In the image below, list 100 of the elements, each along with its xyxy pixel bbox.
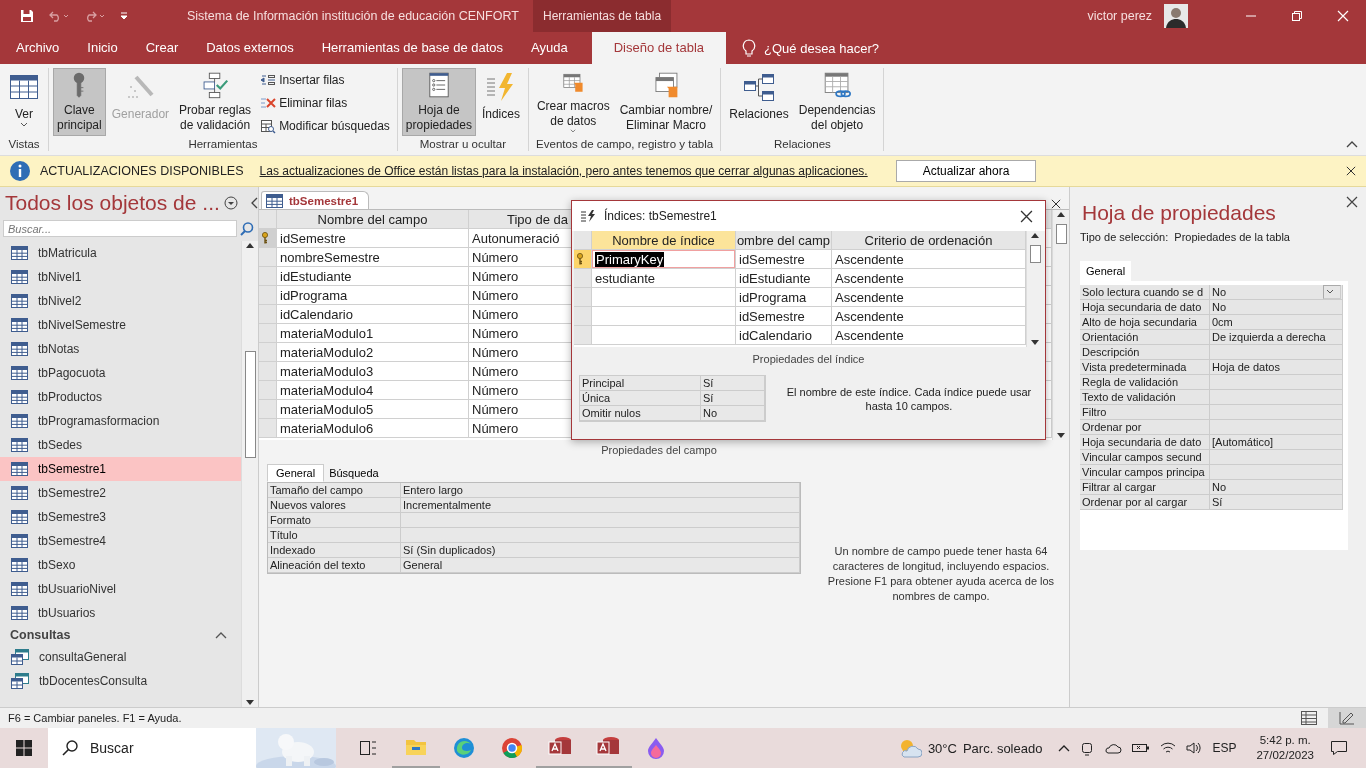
tab[interactable]: General (1080, 261, 1132, 281)
ribbon-button[interactable]: Hoja de propiedades (401, 68, 476, 136)
ribbon-button[interactable]: Índices (477, 68, 524, 136)
property-value[interactable]: General (401, 558, 800, 573)
scrollbar[interactable] (1026, 231, 1043, 347)
ribbon-tab[interactable]: Ayuda (517, 32, 582, 64)
nav-item[interactable]: tbSemestre4 (0, 529, 241, 553)
row-selector[interactable] (574, 250, 592, 269)
column-header: Criterio de ordenación (832, 231, 1026, 250)
status-text: F6 = Cambiar paneles. F1 = Ayuda. (8, 712, 182, 724)
ribbon-button[interactable]: Modificar búsquedas (257, 116, 393, 136)
property-value[interactable] (1210, 345, 1343, 360)
speaker-icon (1186, 741, 1203, 755)
scroll-thumb[interactable] (244, 351, 256, 458)
property-value[interactable] (1210, 465, 1343, 480)
nav-item[interactable]: tbSemestre1 (0, 457, 241, 481)
ribbon-tab[interactable]: Datos externos (192, 32, 308, 64)
scrollbar[interactable] (1052, 210, 1069, 440)
ribbon-button[interactable]: Cambiar nombre/ Eliminar Macro (615, 68, 717, 136)
nav-item[interactable]: tbNotas (0, 337, 241, 361)
ribbon-tab[interactable]: Inicio (73, 32, 132, 64)
property-value[interactable]: Incrementalmente (401, 498, 800, 513)
update-button[interactable]: Actualizar ahora (895, 160, 1037, 182)
tab[interactable]: Búsqueda (324, 464, 384, 482)
nav-item[interactable]: consultaGeneral (0, 645, 241, 669)
property-value[interactable] (401, 513, 800, 528)
nav-item[interactable]: tbUsuarios (0, 601, 241, 625)
property-value[interactable]: Hoja de datos (1210, 360, 1343, 375)
view-button[interactable] (1328, 708, 1366, 728)
nav-item[interactable]: tbPagocuota (0, 361, 241, 385)
nav-item[interactable]: tbMatricula (0, 241, 241, 265)
user-name[interactable]: victor perez (1087, 9, 1152, 23)
nav-item[interactable]: tbNivelSemestre (0, 313, 241, 337)
ribbon-button[interactable]: Eliminar filas (257, 93, 393, 113)
property-value[interactable]: No (1210, 300, 1343, 315)
table-cell: materiaModulo5 (277, 400, 469, 419)
property-value[interactable]: No (701, 406, 765, 421)
ribbon-button[interactable]: Clave principal (53, 68, 106, 136)
property-value[interactable]: No (1210, 480, 1343, 495)
nav-item[interactable]: tbProductos (0, 385, 241, 409)
table-cell[interactable]: estudiante (592, 269, 736, 288)
ribbon-button[interactable]: Ver (4, 68, 44, 136)
tell-me-field[interactable]: ¿Qué desea hacer? (764, 40, 879, 56)
nav-item[interactable]: tbDocentesConsulta (0, 669, 241, 693)
scroll-thumb[interactable] (1029, 245, 1041, 263)
property-value[interactable]: Sí (1210, 495, 1343, 510)
help-text: Un nombre de campo puede tener hasta 64 caracteres de longitud, incluyendo espacios. Presione F1 para obtener ayuda acerca de los nombres de campo. (826, 544, 1056, 604)
table-cell: materiaModulo4 (277, 381, 469, 400)
property-value[interactable]: Sí (701, 376, 765, 391)
ribbon-button[interactable]: Probar reglas de validación (175, 68, 256, 136)
ribbon-button[interactable]: Crear macros de datos (532, 68, 614, 136)
battery-icon (1132, 742, 1151, 754)
section-header[interactable]: Consultas (10, 628, 71, 642)
property-value[interactable]: Sí (701, 391, 765, 406)
caret-icon (569, 128, 578, 133)
search-field[interactable]: Buscar (48, 728, 336, 768)
property-value[interactable]: Sí (Sin duplicados) (401, 543, 800, 558)
property-value[interactable] (1210, 405, 1343, 420)
property-value[interactable] (401, 528, 800, 543)
property-value[interactable] (1210, 420, 1343, 435)
property-label: Hoja secundaria de dato (1080, 300, 1210, 315)
scroll-thumb[interactable] (1055, 224, 1067, 244)
corner-cell[interactable] (259, 210, 277, 229)
ribbon-button[interactable]: Insertar filas (257, 70, 393, 90)
message-link[interactable]: Las actualizaciones de Office están listas para la instalación, pero antes tenemos que cerrar algunas aplicaciones. (259, 164, 868, 178)
nav-item[interactable]: tbSedes (0, 433, 241, 457)
property-value[interactable]: [Automático] (1210, 435, 1343, 450)
ribbon-tab[interactable]: Archivo (2, 32, 74, 64)
ribbon-tab[interactable]: Herramientas de base de datos (307, 32, 518, 64)
property-value[interactable] (1210, 390, 1343, 405)
property-value[interactable] (1210, 375, 1343, 390)
datasheet-view-icon (1301, 711, 1317, 725)
nav-item[interactable]: tbNivel2 (0, 289, 241, 313)
nav-item[interactable]: tbNivel1 (0, 265, 241, 289)
nav-item[interactable]: tbSemestre2 (0, 481, 241, 505)
property-value[interactable]: No (1210, 285, 1343, 300)
scrollbar[interactable] (241, 241, 258, 707)
row-selector[interactable] (259, 229, 277, 248)
ribbon-button[interactable]: Dependencias del objeto (794, 68, 880, 136)
table-cell[interactable] (592, 326, 736, 345)
ribbon-button[interactable]: Relaciones (725, 68, 793, 136)
property-value[interactable]: 0cm (1210, 315, 1343, 330)
table-cell[interactable] (592, 307, 736, 326)
language-indicator[interactable]: ESP (1212, 741, 1237, 755)
dropdown-button[interactable] (1323, 285, 1341, 299)
search-field[interactable]: Buscar... (3, 220, 237, 237)
nav-item[interactable]: tbSemestre3 (0, 505, 241, 529)
property-value[interactable]: Entero largo (401, 483, 800, 498)
table-cell[interactable] (592, 288, 736, 307)
table-cell[interactable]: PrimaryKey (592, 250, 736, 269)
scroll-down-icon (1056, 432, 1066, 440)
nav-item[interactable]: tbProgramasformacion (0, 409, 241, 433)
tab[interactable]: General (267, 464, 325, 482)
property-value[interactable]: De izquierda a derecha (1210, 330, 1343, 345)
corner-cell[interactable] (574, 231, 592, 250)
nav-item[interactable]: tbUsuarioNivel (0, 577, 241, 601)
ribbon-tab[interactable]: Diseño de tabla (591, 32, 727, 64)
nav-item[interactable]: tbSexo (0, 553, 241, 577)
property-value[interactable] (1210, 450, 1343, 465)
ribbon-tab[interactable]: Crear (131, 32, 193, 64)
